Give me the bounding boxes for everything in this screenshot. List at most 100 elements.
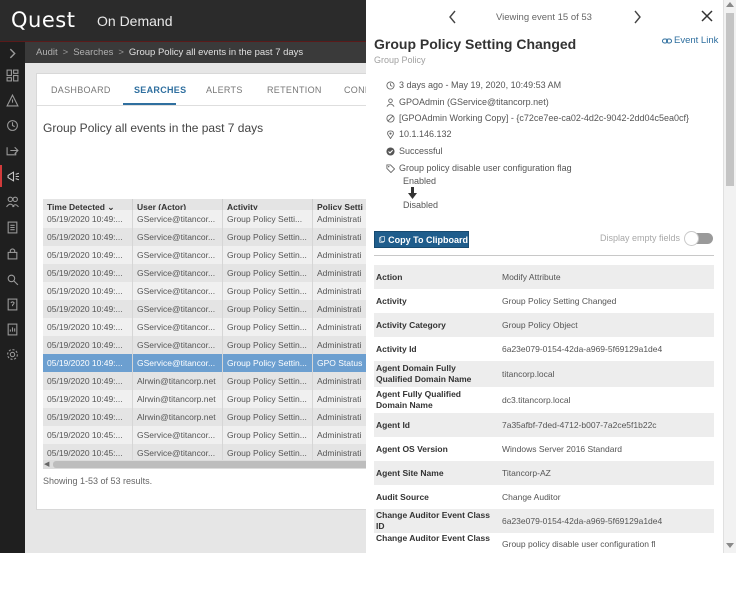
main-content: DASHBOARD SEARCHES ALERTS RETENTION CONF…	[25, 63, 377, 553]
table-cell: 05/19/2020 10:49:...	[43, 390, 133, 408]
results-count: Showing 1-53 of 53 results.	[43, 476, 153, 486]
table-row[interactable]: 05/19/2020 10:49:... Alrwin@titancorp.net…	[43, 372, 377, 390]
table-cell: GService@titancor...	[133, 264, 223, 282]
property-key: Agent Fully Qualified Domain Name	[376, 389, 462, 410]
rail-item-users[interactable]	[0, 190, 25, 212]
previous-event-icon[interactable]	[446, 9, 460, 25]
table-row[interactable]: 05/19/2020 10:49:... Alrwin@titancorp.net…	[43, 408, 377, 426]
close-icon[interactable]	[700, 9, 714, 23]
megaphone-icon	[7, 170, 20, 182]
property-row: Change Auditor Event Class ID 6a23e079-01…	[374, 509, 714, 533]
property-key: Agent OS Version	[376, 443, 448, 454]
location-pin-icon	[387, 129, 394, 139]
table-row[interactable]: 05/19/2020 10:49:... Alrwin@titancorp.net…	[43, 390, 377, 408]
rail-item-searches[interactable]	[0, 165, 25, 187]
table-cell: Group Policy Settin...	[223, 318, 313, 336]
horizontal-scroll-thumb[interactable]	[53, 461, 373, 468]
property-value: Group policy disable user configuration …	[502, 538, 656, 549]
rail-item-security[interactable]	[0, 242, 25, 264]
property-row: Activity Group Policy Setting Changed	[374, 289, 714, 313]
table-row[interactable]: 05/19/2020 10:49:... GService@titancor...…	[43, 318, 377, 336]
rail-item-reports[interactable]	[0, 318, 25, 340]
event-setting: Group policy disable user configuration …	[386, 163, 572, 173]
table-row[interactable]: 05/19/2020 10:49:... GService@titancor...…	[43, 354, 377, 372]
tag-icon	[386, 163, 395, 173]
rail-item-dashboard[interactable]	[0, 64, 25, 86]
rail-item-alerts[interactable]	[0, 89, 25, 111]
table-cell: Group Policy Settin...	[223, 336, 313, 354]
user-icon	[386, 97, 395, 107]
table-cell: 05/19/2020 10:49:...	[43, 282, 133, 300]
display-empty-fields-label: Display empty fields	[600, 233, 681, 243]
event-time-text: 3 days ago - May 19, 2020, 10:49:53 AM	[399, 80, 562, 90]
property-key: Activity	[376, 295, 407, 306]
rail-item-history[interactable]	[0, 114, 25, 136]
table-cell: 05/19/2020 10:49:...	[43, 246, 133, 264]
lock-icon	[7, 247, 18, 259]
rail-expand-button[interactable]	[0, 42, 25, 64]
breadcrumb-separator: >	[62, 47, 69, 58]
alert-triangle-icon	[6, 93, 19, 106]
property-value: 6a23e079-0154-42da-a969-5f69129a1de4	[502, 343, 663, 354]
table-row[interactable]: 05/19/2020 10:49:... GService@titancor...…	[43, 336, 377, 354]
vertical-scroll-thumb[interactable]	[726, 13, 734, 186]
target-icon	[386, 113, 395, 123]
event-ip-text: 10.1.146.132	[399, 129, 452, 139]
tab-dashboard[interactable]: DASHBOARD	[51, 85, 111, 95]
event-subtitle: Group Policy	[374, 55, 426, 65]
table-row[interactable]: 05/19/2020 10:49:... GService@titancor...…	[43, 282, 377, 300]
property-row: Agent OS Version Windows Server 2016 Stan…	[374, 437, 714, 461]
arrow-down-icon	[408, 187, 417, 199]
tab-alerts[interactable]: ALERTS	[206, 85, 243, 95]
scroll-down-icon[interactable]	[726, 543, 734, 548]
copy-to-clipboard-button[interactable]: Copy To Clipboard	[374, 231, 469, 248]
scroll-up-icon[interactable]	[726, 2, 734, 7]
clock-icon	[386, 80, 395, 90]
rail-item-export[interactable]	[0, 139, 25, 161]
rail-item-settings[interactable]	[0, 343, 25, 365]
table-row[interactable]: 05/19/2020 10:49:... GService@titancor...…	[43, 246, 377, 264]
property-row: Change Auditor Event Class Group policy d…	[374, 533, 714, 553]
rail-item-help[interactable]	[0, 293, 25, 315]
table-row[interactable]: 05/19/2020 10:45:... GService@titancor...…	[43, 426, 377, 444]
table-cell: GService@titancor...	[133, 210, 223, 228]
old-value: Enabled	[403, 176, 437, 186]
document-icon	[7, 221, 18, 233]
property-row: Agent Fully Qualified Domain Name dc3.tit…	[374, 387, 714, 413]
table-row[interactable]: 05/19/2020 10:49:... GService@titancor...…	[43, 210, 377, 228]
table-cell: Group Policy Setti...	[223, 210, 313, 228]
breadcrumb-audit[interactable]: Audit	[36, 47, 58, 58]
table-row[interactable]: 05/19/2020 10:49:... GService@titancor...…	[43, 264, 377, 282]
table-cell: Group Policy Settin...	[223, 282, 313, 300]
toggle-knob	[684, 231, 699, 246]
display-empty-fields-toggle[interactable]	[684, 231, 713, 246]
next-event-icon[interactable]	[630, 9, 644, 25]
table-cell: 05/19/2020 10:49:...	[43, 210, 133, 228]
panel-vertical-scrollbar[interactable]	[723, 0, 736, 553]
event-target: [GPOAdmin Working Copy] - {c72ce7ee-ca02…	[386, 113, 689, 123]
event-target-text: [GPOAdmin Working Copy] - {c72ce7ee-ca02…	[399, 113, 690, 123]
horizontal-scrollbar[interactable]: ◀	[43, 460, 377, 469]
property-value: Group Policy Object	[502, 319, 578, 330]
table-row[interactable]: 05/19/2020 10:49:... GService@titancor...…	[43, 300, 377, 318]
property-value: Group Policy Setting Changed	[502, 295, 617, 306]
tab-searches[interactable]: SEARCHES	[134, 85, 186, 95]
export-icon	[6, 146, 19, 155]
tab-retention[interactable]: RETENTION	[267, 85, 322, 95]
quest-logo[interactable]: Quest	[11, 8, 75, 32]
rail-item-documents[interactable]	[0, 216, 25, 238]
table-cell: Group Policy Settin...	[223, 264, 313, 282]
scroll-left-icon[interactable]: ◀	[44, 460, 49, 469]
table-cell: Group Policy Settin...	[223, 408, 313, 426]
table-row[interactable]: 05/19/2020 10:49:... GService@titancor...…	[43, 228, 377, 246]
property-key: Agent Domain Fully Qualified Domain Name	[376, 363, 472, 384]
table-cell: 05/19/2020 10:49:...	[43, 354, 133, 372]
left-rail	[0, 42, 25, 553]
breadcrumb-searches[interactable]: Searches	[73, 47, 113, 58]
rail-item-configuration[interactable]	[0, 268, 25, 290]
event-detail-panel: Viewing event 15 of 53 Group Policy Sett…	[366, 0, 723, 553]
event-link[interactable]: Event Link	[662, 35, 718, 46]
event-status-text: Successful	[399, 146, 443, 156]
table-cell: 05/19/2020 10:49:...	[43, 228, 133, 246]
table-cell: Group Policy Settin...	[223, 372, 313, 390]
